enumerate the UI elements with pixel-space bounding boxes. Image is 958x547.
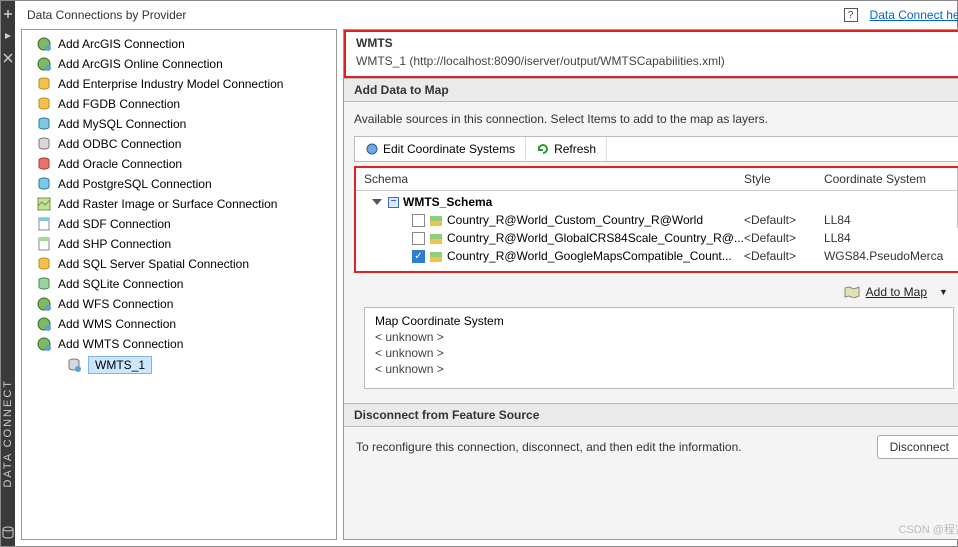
disconnect-text: To reconfigure this connection, disconne… <box>356 440 865 454</box>
globe-icon <box>36 296 52 312</box>
checkbox-checked[interactable]: ✓ <box>412 250 425 263</box>
expand-icon[interactable] <box>372 199 382 205</box>
help-icon[interactable]: ? <box>844 8 858 22</box>
disconnect-header: Disconnect from Feature Source <box>344 403 958 427</box>
map-cs-line: < unknown > <box>375 330 943 344</box>
chevron-down-icon: ▼ <box>939 287 948 297</box>
map-cs-line: < unknown > <box>375 362 943 376</box>
db-icon <box>36 276 52 292</box>
db-icon <box>36 176 52 192</box>
checkbox[interactable] <box>412 214 425 227</box>
add-data-header: Add Data to Map <box>344 78 958 102</box>
schema-row[interactable]: Country_R@World_GlobalCRS84Scale_Country… <box>356 229 958 247</box>
file-icon <box>36 216 52 232</box>
tree-child-selected[interactable]: WMTS_1 <box>22 354 336 376</box>
schema-grid: Schema Style Coordinate System − WMTS_Sc… <box>354 166 958 273</box>
tree-item[interactable]: Add SQLite Connection <box>22 274 336 294</box>
db-icon <box>36 76 52 92</box>
wmts-detail: WMTS_1 (http://localhost:8090/iserver/ou… <box>356 54 958 68</box>
layer-icon <box>429 213 443 227</box>
schema-root[interactable]: − WMTS_Schema <box>356 193 958 211</box>
refresh-icon <box>536 142 550 156</box>
schema-columns: Schema Style Coordinate System <box>356 168 958 191</box>
collapse-icon[interactable]: − <box>388 197 399 208</box>
rail-icon-collapse[interactable] <box>1 29 15 43</box>
panel-title: Data Connections by Provider <box>27 8 186 22</box>
provider-tree: Add ArcGIS Connection Add ArcGIS Online … <box>21 29 337 540</box>
map-cs-title: Map Coordinate System <box>375 314 943 328</box>
schema-toolbar: Edit Coordinate Systems Refresh <box>354 136 958 162</box>
connection-icon <box>66 357 82 373</box>
watermark: CSDN @程贤 <box>899 521 958 537</box>
tree-item[interactable]: Add PostgreSQL Connection <box>22 174 336 194</box>
tree-item[interactable]: Add FGDB Connection <box>22 94 336 114</box>
refresh-button[interactable]: Refresh <box>526 137 607 161</box>
map-icon <box>844 286 860 298</box>
globe-icon <box>36 336 52 352</box>
tree-item[interactable]: Add WFS Connection <box>22 294 336 314</box>
wmts-info-box: WMTS WMTS_1 (http://localhost:8090/iserv… <box>344 30 958 78</box>
rail-icon-pin[interactable] <box>1 7 15 21</box>
map-cs-line: < unknown > <box>375 346 943 360</box>
tree-item[interactable]: Add SQL Server Spatial Connection <box>22 254 336 274</box>
detail-panel: WMTS WMTS_1 (http://localhost:8090/iserv… <box>343 29 958 540</box>
tree-item[interactable]: Add Raster Image or Surface Connection <box>22 194 336 214</box>
globe-icon <box>36 316 52 332</box>
layer-icon <box>429 231 443 245</box>
tree-item[interactable]: Add ArcGIS Online Connection <box>22 54 336 74</box>
db-icon <box>36 136 52 152</box>
raster-icon <box>36 196 52 212</box>
tree-item[interactable]: Add WMS Connection <box>22 314 336 334</box>
available-text: Available sources in this connection. Se… <box>354 112 958 126</box>
tree-item[interactable]: Add SDF Connection <box>22 214 336 234</box>
help-link[interactable]: Data Connect help <box>870 8 958 22</box>
panel-header: Data Connections by Provider ? Data Conn… <box>15 1 958 29</box>
globe-icon <box>36 36 52 52</box>
schema-row[interactable]: Country_R@World_Custom_Country_R@World <… <box>356 211 958 229</box>
db-icon <box>36 156 52 172</box>
wmts-title: WMTS <box>356 36 958 50</box>
rail-icon-db[interactable] <box>1 526 15 540</box>
schema-row[interactable]: ✓Country_R@World_GoogleMapsCompatible_Co… <box>356 247 958 265</box>
tree-item[interactable]: Add SHP Connection <box>22 234 336 254</box>
db-icon <box>36 96 52 112</box>
map-cs-box: Map Coordinate System < unknown > < unkn… <box>364 307 954 389</box>
globe-icon <box>36 56 52 72</box>
add-to-map-button[interactable]: Add to Map ▼ <box>840 283 952 301</box>
tree-item[interactable]: Add ODBC Connection <box>22 134 336 154</box>
tree-item[interactable]: Add Enterprise Industry Model Connection <box>22 74 336 94</box>
disconnect-button[interactable]: Disconnect <box>877 435 958 459</box>
tree-item[interactable]: Add Oracle Connection <box>22 154 336 174</box>
db-icon <box>36 116 52 132</box>
tree-item[interactable]: Add MySQL Connection <box>22 114 336 134</box>
tree-item[interactable]: Add ArcGIS Connection <box>22 34 336 54</box>
edit-cs-button[interactable]: Edit Coordinate Systems <box>355 137 526 161</box>
rail-icon-close[interactable] <box>1 51 15 65</box>
rail-vertical-label: DATA CONNECT <box>2 379 14 488</box>
globe-icon <box>365 142 379 156</box>
file-icon <box>36 236 52 252</box>
db-icon <box>36 256 52 272</box>
side-rail: DATA CONNECT <box>1 1 15 546</box>
layer-icon <box>429 249 443 263</box>
checkbox[interactable] <box>412 232 425 245</box>
tree-item[interactable]: Add WMTS Connection <box>22 334 336 354</box>
